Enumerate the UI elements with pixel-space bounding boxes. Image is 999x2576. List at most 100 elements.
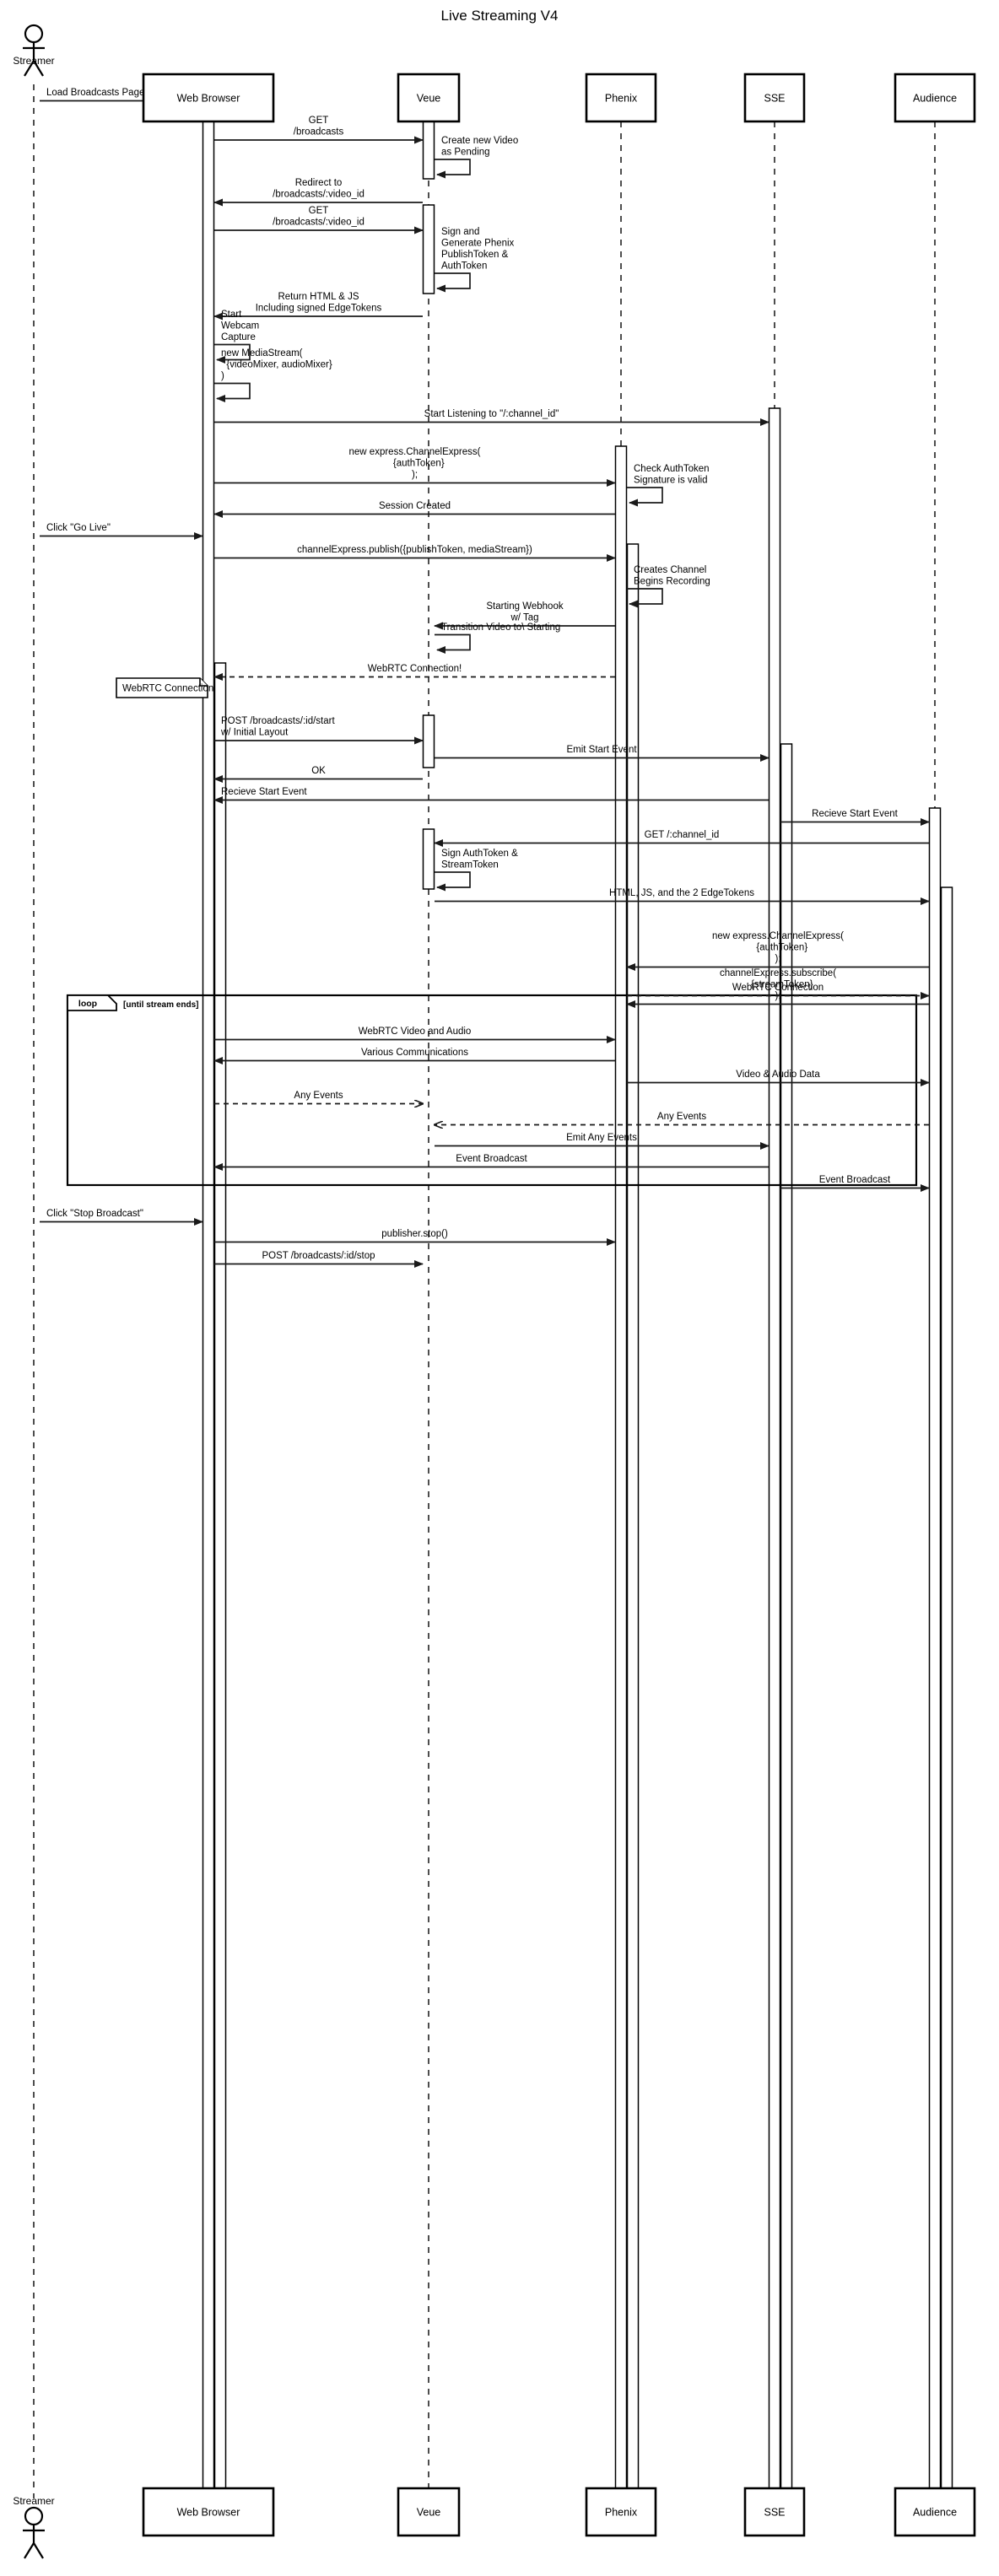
message-41: POST /broadcasts/:id/stop (214, 1251, 424, 1268)
message-6: Sign and Generate Phenix PublishToken & Aut… (435, 227, 515, 293)
message-19: WebRTC Connection! (213, 664, 615, 681)
notes-layer: WebRTC Connection (116, 677, 213, 698)
message-16: Creates Channel Begins Recording (627, 565, 710, 608)
message-label: POST /broadcasts/:id/stop (262, 1251, 375, 1261)
activation-bar-veue (422, 114, 435, 180)
message-label: Sign AuthToken & StreamToken (441, 849, 518, 870)
participant-label: Streamer (13, 2495, 54, 2507)
message-label: OK (311, 766, 326, 776)
message-label: Session Created (379, 501, 451, 511)
message-label: Creates Channel Begins Recording (634, 565, 710, 587)
message-38: Event Broadcast (780, 1175, 930, 1192)
message-label: WebRTC Connection! (368, 664, 462, 674)
message-label: Sign and Generate Phenix PublishToken & Aut… (441, 227, 515, 272)
message-label: Recieve Start Event (812, 809, 898, 819)
participant-label: Veue (417, 93, 441, 105)
message-label: Click "Stop Broadcast" (46, 1209, 143, 1219)
message-label: WebRTC Connection (732, 983, 824, 993)
note-text: WebRTC Connection (122, 684, 213, 694)
participant-label: Web Browser (177, 2507, 240, 2519)
sequence-diagram-canvas: Live Streaming V4 loop [until stream ends… (13, 8, 976, 2559)
message-22: OK (213, 766, 423, 783)
sequence-diagram-root: Live Streaming V4 loop [until stream ends… (0, 0, 999, 2576)
activation-bar-sse (780, 743, 793, 2498)
message-label: Event Broadcast (819, 1175, 891, 1185)
activation-bar-web_browser (213, 662, 227, 2498)
participant-label: Web Browser (177, 93, 240, 105)
message-label: WebRTC Video and Audio (359, 1027, 472, 1037)
message-11: new express.ChannelExpress( {authToken})… (214, 447, 616, 487)
participant-label: SSE (764, 93, 785, 105)
activations-layer (202, 86, 953, 2503)
message-36: Emit Any Events (435, 1133, 770, 1150)
message-40: publisher.stop() (214, 1229, 616, 1246)
message-label: HTML, JS, and the 2 EdgeTokens (609, 888, 754, 898)
message-label: Recieve Start Event (221, 787, 307, 797)
message-34: Any Events (214, 1091, 423, 1104)
message-label: Load Broadcasts Page (46, 88, 144, 98)
message-label: Redirect to/broadcasts/:video_id (273, 178, 364, 200)
message-21: Emit Start Event (435, 745, 770, 762)
message-7: Return HTML & JS Including signed EdgeTok… (213, 292, 423, 321)
message-37: Event Broadcast (213, 1154, 769, 1171)
fragment-guard: [until stream ends] (123, 1000, 198, 1010)
message-label: GET/broadcasts (294, 116, 344, 137)
message-label: Start Listening to "/:channel_id" (424, 409, 559, 419)
message-27: HTML, JS, and the 2 EdgeTokens (435, 888, 930, 905)
message-label: Event Broadcast (456, 1154, 527, 1164)
message-label: Create new Video as Pending (441, 136, 518, 158)
message-20: POST /broadcasts/:id/start w/ Initial Lay… (214, 716, 424, 745)
participant-label: Phenix (605, 93, 638, 105)
message-32: Various Communications (213, 1048, 615, 1064)
message-25: GET /:channel_id (434, 830, 929, 847)
participant-label: Audience (913, 93, 957, 105)
activation-bar-audience (940, 887, 953, 2498)
participant-label: SSE (764, 2507, 785, 2519)
message-label: channelExpress.publish({publishToken, me… (297, 545, 532, 555)
message-label: Any Events (657, 1112, 706, 1122)
note-0: WebRTC Connection (116, 677, 213, 698)
fragment-kind: loop (78, 999, 97, 1009)
actor-figure (23, 2506, 45, 2559)
message-14: Click "Go Live" (40, 523, 203, 540)
messages-layer: Load Broadcasts Page GET/broadcasts Create… (40, 88, 930, 1268)
message-label: Start Webcam Capture (221, 310, 259, 342)
message-label: Video & Audio Data (736, 1070, 820, 1080)
message-label: GET /:channel_id (645, 830, 720, 840)
message-label: Various Communications (361, 1048, 468, 1058)
message-26: Sign AuthToken & StreamToken (435, 849, 518, 892)
message-5: GET/broadcasts/:video_id (214, 206, 424, 234)
activation-bar-audience (928, 807, 942, 2498)
message-label: GET/broadcasts/:video_id (273, 206, 364, 228)
activation-bar-sse (768, 407, 781, 2498)
message-39: Click "Stop Broadcast" (40, 1209, 203, 1226)
message-24: Recieve Start Event (780, 809, 930, 826)
message-label: Starting Webhook w/ Tag (486, 601, 563, 623)
activation-bar-web_browser (202, 86, 215, 2498)
actor-figure (23, 24, 45, 77)
page-title: Live Streaming V4 (441, 8, 559, 24)
message-18: Transition Video to\ Starting (435, 622, 560, 654)
message-3: Create new Video as Pending (435, 136, 518, 179)
participant-label: Veue (417, 2507, 441, 2519)
participant-label: Audience (913, 2507, 957, 2519)
message-label: Click "Go Live" (46, 523, 111, 533)
message-label: new MediaStream( {videoMixer, audioMixer… (221, 348, 332, 381)
message-label: Transition Video to\ Starting (441, 622, 560, 633)
activation-bar-veue (422, 714, 435, 768)
message-12: Check AuthToken Signature is valid (627, 464, 710, 507)
message-label: new express.ChannelExpress( {authToken})… (712, 931, 844, 964)
participant-label: Streamer (13, 55, 54, 67)
lifelines-layer (33, 84, 936, 2498)
participant-label: Phenix (605, 2507, 638, 2519)
message-label: publisher.stop() (381, 1229, 448, 1239)
message-10: Start Listening to "/:channel_id" (214, 409, 770, 426)
message-13: Session Created (213, 501, 615, 518)
message-15: channelExpress.publish({publishToken, me… (214, 545, 616, 562)
activation-bar-phenix (626, 543, 640, 2498)
message-label: Return HTML & JS Including signed EdgeTok… (256, 292, 382, 314)
message-31: WebRTC Video and Audio (214, 1027, 616, 1043)
message-label: Check AuthToken Signature is valid (634, 464, 710, 486)
message-label: Emit Start Event (566, 745, 637, 755)
activation-bar-veue (422, 204, 435, 294)
